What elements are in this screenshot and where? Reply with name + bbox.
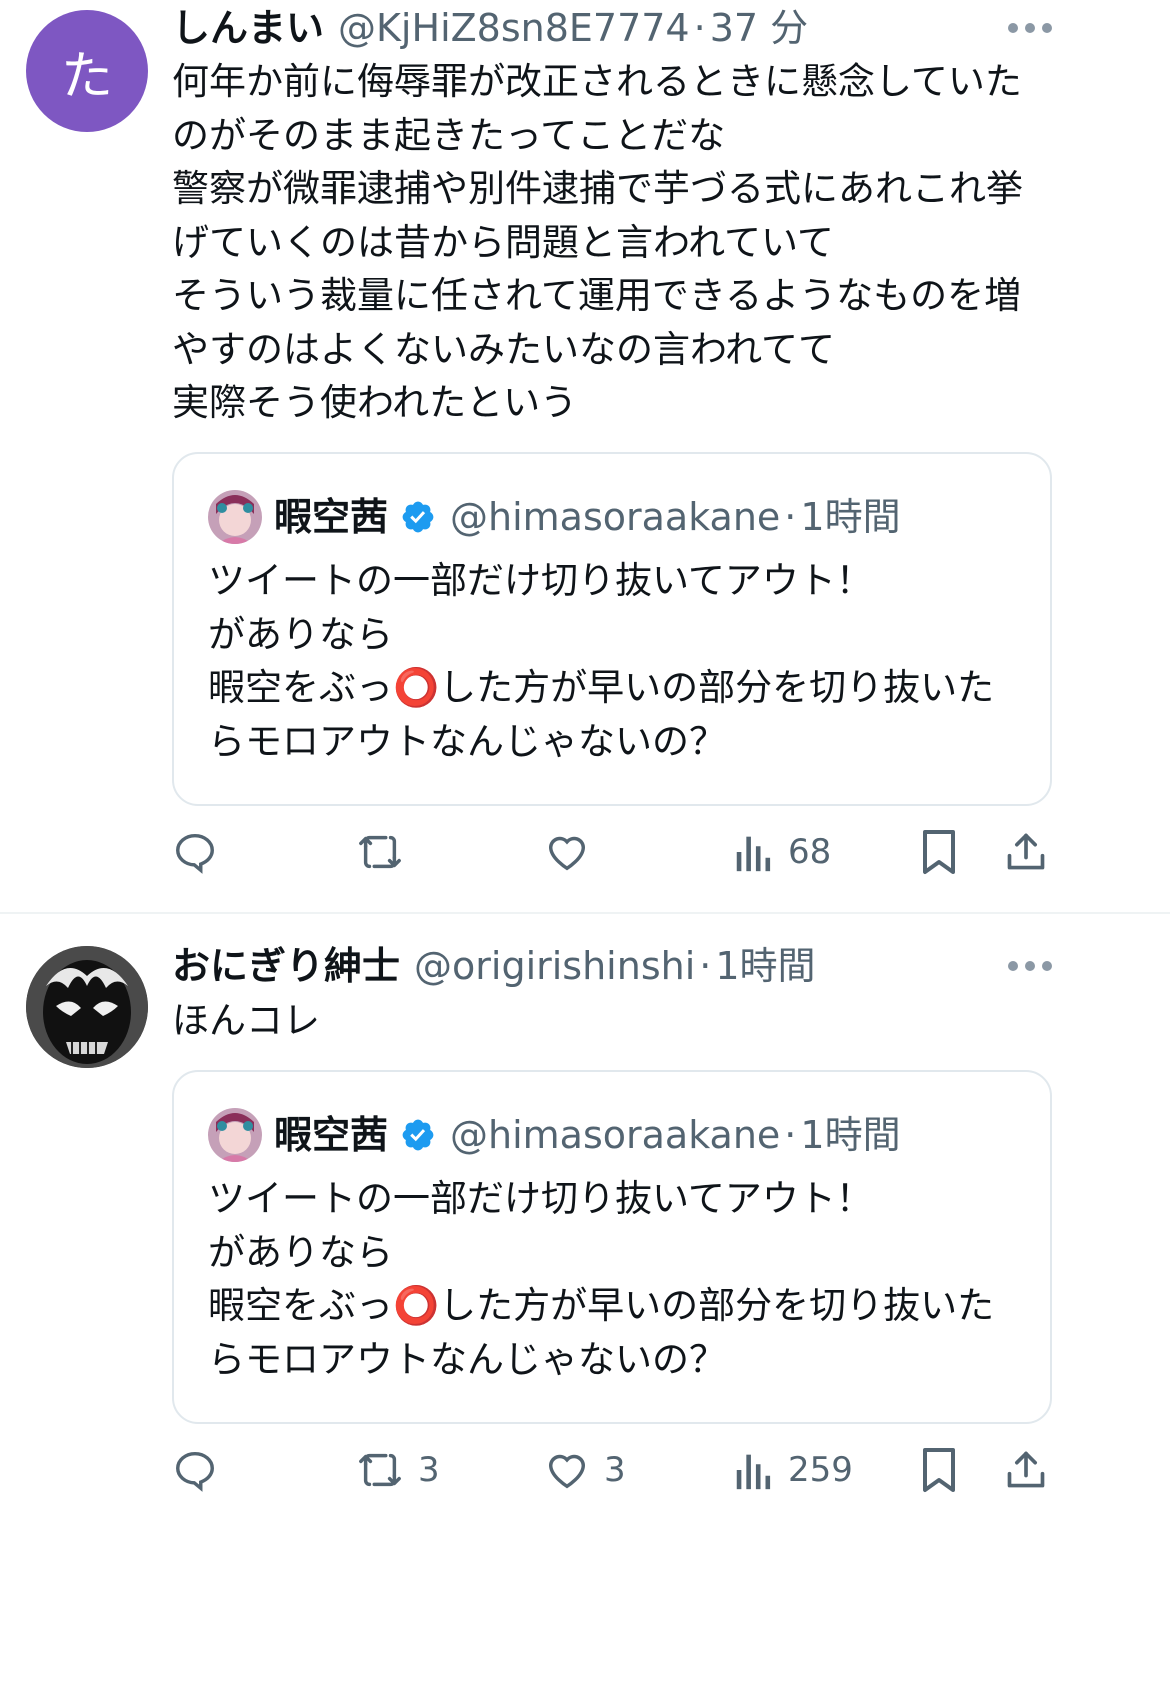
quote-avatar[interactable] — [208, 1108, 262, 1162]
like-count: 3 — [604, 1450, 626, 1490]
author-name[interactable]: おにぎり紳士 — [172, 940, 400, 992]
reply-icon — [172, 1447, 218, 1493]
action-bar: 3 3 259 — [0, 1440, 1170, 1500]
quote-header: 暇空茜 @himasoraakane · 1時間 — [208, 1108, 901, 1162]
share-icon — [1004, 1447, 1048, 1493]
quote-text: ツイートの一部だけ切り抜いてアウト！ がありなら 暇空をぶっ⭕️した方が早いの部… — [208, 1177, 995, 1381]
share-button[interactable] — [1004, 1440, 1048, 1500]
author-handle[interactable]: @KjHiZ8sn8E7774 — [338, 2, 690, 54]
separator-dot: · — [784, 1113, 797, 1157]
avatar[interactable]: た — [26, 10, 148, 132]
separator-dot: · — [784, 495, 797, 539]
like-button[interactable]: 3 — [544, 1440, 626, 1500]
post-time[interactable]: 37 分 — [710, 2, 808, 54]
views-count: 259 — [788, 1450, 853, 1490]
quote-header: 暇空茜 @himasoraakane · 1時間 — [208, 490, 901, 544]
reply-button[interactable] — [172, 1440, 232, 1500]
quote-avatar[interactable] — [208, 490, 262, 544]
quoted-post[interactable]: 暇空茜 @himasoraakane · 1時間 ツイートの一部だけ切り抜いてア… — [172, 452, 1052, 806]
post-1[interactable]: た しんまい @KjHiZ8sn8E7774 · 37 分 何年か前に侮辱罪が改… — [0, 0, 1170, 900]
avatar-letter: た — [60, 46, 113, 107]
repost-button[interactable] — [356, 822, 418, 882]
views-button[interactable]: 68 — [734, 822, 831, 882]
repost-count: 3 — [418, 1450, 440, 1490]
share-button[interactable] — [1004, 822, 1048, 882]
separator-dot: · — [699, 944, 712, 988]
quoted-post[interactable]: 暇空茜 @himasoraakane · 1時間 ツイートの一部だけ切り抜いてア… — [172, 1070, 1052, 1424]
bookmark-button[interactable] — [918, 1440, 960, 1500]
repost-icon — [356, 829, 404, 875]
quote-author-handle[interactable]: @himasoraakane — [450, 491, 780, 543]
repost-button[interactable]: 3 — [356, 1440, 440, 1500]
quote-author-name[interactable]: 暇空茜 — [274, 491, 388, 543]
bookmark-button[interactable] — [918, 822, 960, 882]
quote-text: ツイートの一部だけ切り抜いてアウト！ がありなら 暇空をぶっ⭕️した方が早いの部… — [208, 559, 995, 763]
views-count: 68 — [788, 832, 832, 872]
share-icon — [1004, 829, 1048, 875]
views-icon — [734, 829, 774, 875]
verified-badge-icon — [400, 499, 436, 535]
separator-dot: · — [693, 6, 706, 50]
post-text: ほんコレ — [172, 999, 320, 1042]
views-button[interactable]: 259 — [734, 1440, 853, 1500]
like-button[interactable] — [544, 822, 604, 882]
repost-icon — [356, 1447, 404, 1493]
post-2[interactable]: おにぎり紳士 @origirishinshi · 1時間 ほんコレ 暇空茜 @h… — [0, 914, 1170, 1701]
reply-button[interactable] — [172, 822, 232, 882]
heart-icon — [544, 1447, 590, 1493]
quote-time[interactable]: 1時間 — [800, 491, 900, 543]
more-icon[interactable] — [1008, 956, 1052, 976]
author-name[interactable]: しんまい — [172, 2, 324, 54]
post-header: おにぎり紳士 @origirishinshi · 1時間 — [172, 940, 816, 992]
post-header: しんまい @KjHiZ8sn8E7774 · 37 分 — [172, 2, 808, 54]
bookmark-icon — [918, 1446, 960, 1494]
views-icon — [734, 1447, 774, 1493]
post-time[interactable]: 1時間 — [715, 940, 815, 992]
more-icon[interactable] — [1008, 18, 1052, 38]
quote-author-handle[interactable]: @himasoraakane — [450, 1109, 780, 1161]
bookmark-icon — [918, 828, 960, 876]
quote-time[interactable]: 1時間 — [800, 1109, 900, 1161]
quote-author-name[interactable]: 暇空茜 — [274, 1109, 388, 1161]
author-handle[interactable]: @origirishinshi — [414, 940, 695, 992]
action-bar: 68 — [0, 822, 1170, 882]
verified-badge-icon — [400, 1117, 436, 1153]
avatar[interactable] — [26, 946, 148, 1068]
post-text: 何年か前に侮辱罪が改正されるときに懸念していたのがそのまま起きたってことだな 警… — [172, 60, 1023, 424]
reply-icon — [172, 829, 218, 875]
mask-avatar-image — [26, 946, 148, 1068]
heart-icon — [544, 829, 590, 875]
